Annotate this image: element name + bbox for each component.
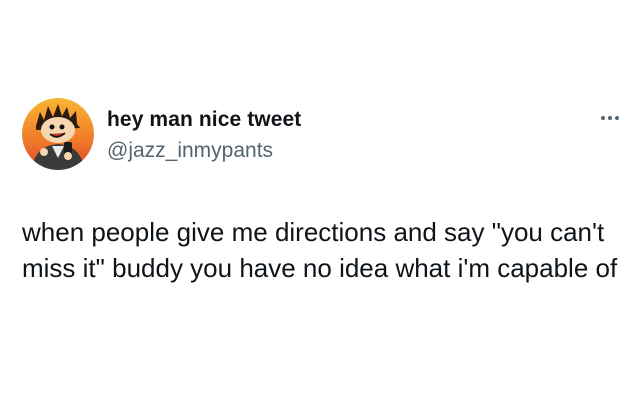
author-handle[interactable]: @jazz_inmypants bbox=[107, 139, 273, 163]
author-display-name[interactable]: hey man nice tweet bbox=[107, 108, 301, 132]
avatar-image bbox=[22, 98, 94, 170]
more-options-icon[interactable] bbox=[596, 108, 624, 128]
tweet-text: when people give me directions and say "… bbox=[22, 217, 618, 283]
tweet-card: hey man nice tweet @jazz_inmypants when … bbox=[0, 0, 643, 408]
avatar[interactable] bbox=[22, 98, 94, 170]
